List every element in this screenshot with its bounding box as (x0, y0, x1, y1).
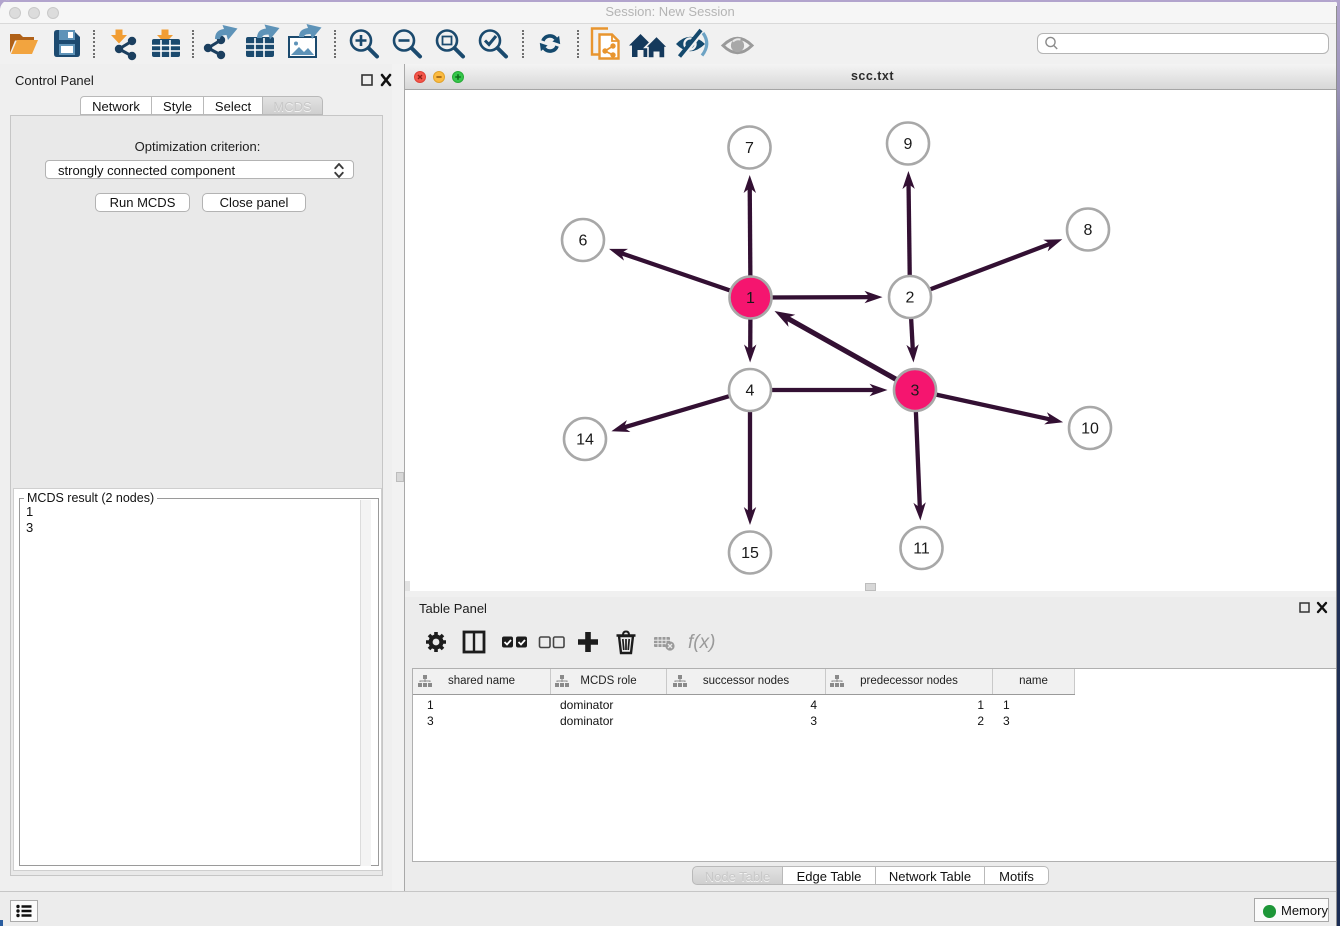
svg-text:3: 3 (911, 383, 920, 400)
svg-text:7: 7 (745, 140, 754, 157)
svg-text:14: 14 (576, 432, 594, 449)
svg-text:9: 9 (904, 136, 913, 153)
svg-text:11: 11 (913, 541, 930, 558)
svg-text:15: 15 (741, 545, 759, 562)
svg-text:1: 1 (746, 290, 755, 307)
svg-text:4: 4 (746, 383, 755, 400)
svg-text:2: 2 (906, 290, 915, 307)
svg-text:10: 10 (1081, 421, 1099, 438)
svg-text:f(x): f(x) (688, 632, 715, 653)
svg-text:8: 8 (1084, 222, 1093, 239)
svg-text:6: 6 (579, 233, 588, 250)
